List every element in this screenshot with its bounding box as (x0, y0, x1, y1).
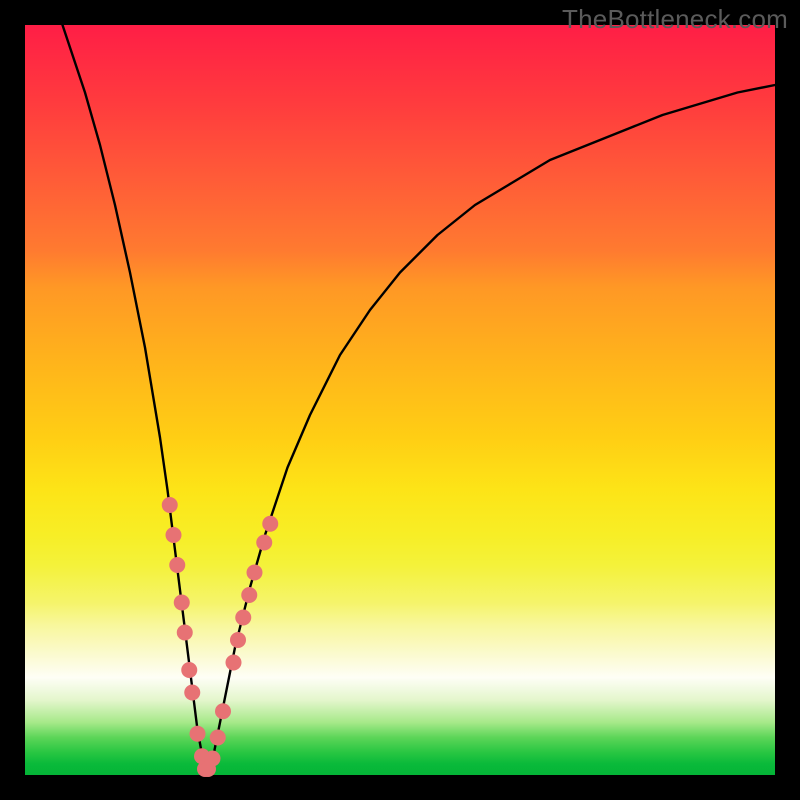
data-dot (190, 726, 206, 742)
data-dot (174, 595, 190, 611)
data-dot (205, 751, 221, 767)
data-dot (230, 632, 246, 648)
data-dot (177, 625, 193, 641)
data-dot (247, 565, 263, 581)
curve-plot (25, 25, 775, 775)
data-dot (235, 610, 251, 626)
bottleneck-curve (63, 25, 776, 771)
data-dot (210, 730, 226, 746)
data-dot (169, 557, 185, 573)
data-dot (181, 662, 197, 678)
data-dots (162, 497, 279, 777)
data-dot (262, 516, 278, 532)
data-dot (256, 535, 272, 551)
data-dot (184, 685, 200, 701)
data-dot (166, 527, 182, 543)
data-dot (226, 655, 242, 671)
data-dot (241, 587, 257, 603)
data-dot (162, 497, 178, 513)
data-dot (215, 703, 231, 719)
